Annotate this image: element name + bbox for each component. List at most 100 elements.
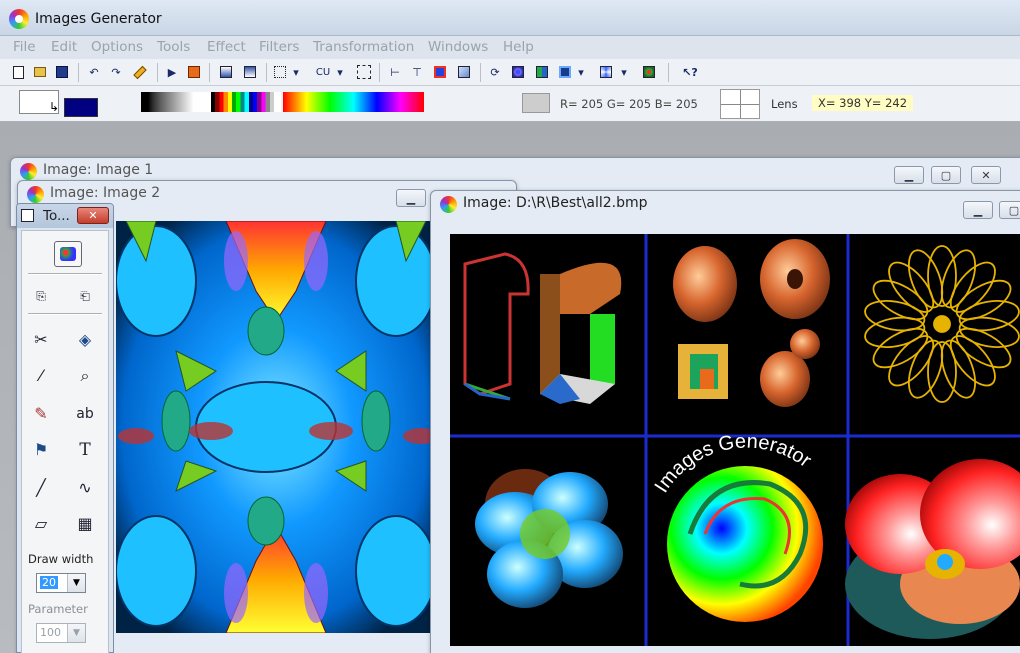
spirograph-center (933, 315, 951, 333)
window-icon (440, 196, 457, 213)
spirograph-petal (940, 339, 977, 399)
tools-titlebar[interactable]: To... ✕ (17, 204, 113, 228)
pattern-icon[interactable] (509, 63, 527, 81)
main-toolbar: ↶ ↷ ▶ ▾ CU ▾ ⊢ ⊤ ⟳ ▾ ▾ ↖? (0, 59, 1020, 86)
image1-minimize-button[interactable]: ▁ (894, 166, 924, 184)
secondary-color-swatch[interactable] (64, 98, 98, 117)
menu-file[interactable]: File (13, 39, 36, 55)
zoom-tool-icon[interactable]: ⌕ (74, 365, 96, 387)
paste-tool-icon[interactable]: ⎗ (74, 285, 96, 307)
gradient-icon[interactable] (217, 63, 235, 81)
eyedropper-tool-icon[interactable]: ⁄ (30, 365, 52, 387)
image2-canvas[interactable] (116, 221, 436, 633)
menu-filters[interactable]: Filters (259, 39, 299, 55)
image1-close-button[interactable]: ✕ (971, 166, 1001, 184)
text-tool-icon[interactable]: T (74, 439, 96, 461)
image2-minimize-button[interactable]: ▁ (396, 189, 426, 207)
menu-effect[interactable]: Effect (207, 39, 246, 55)
flag-tool-icon[interactable]: ⚑ (30, 439, 52, 461)
image2-title: Image: Image 2 (50, 185, 161, 201)
crop-icon[interactable] (355, 63, 373, 81)
image-icon[interactable] (455, 63, 473, 81)
image1-maximize-button[interactable]: ▢ (931, 166, 961, 184)
menu-windows[interactable]: Windows (428, 39, 488, 55)
lens-preview (720, 89, 760, 119)
scissors-tool-icon[interactable]: ✂ (30, 329, 52, 351)
eraser-tool-icon[interactable]: ▱ (30, 513, 52, 535)
app-logo-icon (9, 9, 29, 29)
kaleidoscope-dropdown-icon[interactable]: ▾ (618, 63, 630, 81)
stamp-tool-icon[interactable]: ab (74, 403, 96, 425)
filter-icon[interactable] (640, 63, 658, 81)
paint-icon[interactable] (185, 63, 203, 81)
menu-bar: File Edit Options Tools Effect Filters T… (0, 36, 1020, 59)
chevron-down-icon[interactable]: ▼ (67, 624, 85, 642)
text-icon[interactable] (241, 63, 259, 81)
app-window: Images Generator File Edit Options Tools… (0, 0, 1020, 653)
kaleidoscope-icon[interactable] (597, 63, 615, 81)
palette-tool-icon[interactable] (54, 241, 82, 267)
image3-minimize-button[interactable]: ▁ (963, 201, 993, 219)
cu-dropdown-icon[interactable]: ▾ (334, 63, 346, 81)
resize-width-icon[interactable]: ⊢ (386, 63, 404, 81)
draw-width-label: Draw width (28, 552, 94, 566)
spirograph-art (864, 245, 1020, 403)
chevron-down-icon[interactable]: ▼ (67, 574, 85, 592)
picked-color-swatch (522, 93, 550, 113)
spectrum-palette[interactable] (283, 92, 424, 112)
select-dropdown-icon[interactable]: ▾ (290, 63, 302, 81)
frame-icon[interactable] (556, 63, 574, 81)
undo-icon[interactable]: ↶ (85, 63, 103, 81)
tools-panel-icon (21, 209, 34, 222)
swap-arrow-icon[interactable]: ↳ (49, 100, 59, 114)
fill-bucket-tool-icon[interactable]: ◈ (74, 329, 96, 351)
run-icon[interactable]: ▶ (163, 63, 181, 81)
draw-width-select[interactable]: 20 ▼ (36, 573, 86, 593)
copper-shapes-art (673, 239, 830, 407)
menu-edit[interactable]: Edit (51, 39, 77, 55)
open-folder-icon[interactable] (31, 63, 49, 81)
image1-title: Image: Image 1 (43, 162, 154, 178)
basic-color-palette[interactable] (211, 92, 281, 112)
select-icon[interactable] (271, 63, 289, 81)
parameter-label: Parameter (28, 602, 88, 616)
cu-button[interactable]: CU (312, 63, 334, 81)
rgb-readout: R= 205 G= 205 B= 205 (560, 97, 698, 111)
refresh-icon[interactable]: ⟳ (486, 63, 504, 81)
tools-panel[interactable]: To... ✕ ⎘ ⎗ ✂ ◈ ⁄ ⌕ ✎ ab ⚑ T ╱ ∿ ▱ ▦ Dra… (16, 203, 114, 653)
color-fill-icon[interactable] (431, 63, 449, 81)
image3-window[interactable]: Image: D:\R\Best\all2.bmp ▁ ▢ Images Gen… (430, 190, 1020, 653)
curve-tool-icon[interactable]: ∿ (74, 477, 96, 499)
copy-tool-icon[interactable]: ⎘ (30, 285, 52, 307)
grid-tool-icon[interactable]: ▦ (74, 513, 96, 535)
spirograph-petal (907, 339, 944, 399)
frame-dropdown-icon[interactable]: ▾ (575, 63, 587, 81)
image3-canvas[interactable]: Images Generator (450, 234, 1020, 646)
save-icon[interactable] (53, 63, 71, 81)
tools-close-button[interactable]: ✕ (77, 207, 109, 224)
menu-tools[interactable]: Tools (157, 39, 190, 55)
color-selector[interactable]: ↳ (19, 90, 99, 117)
kaleidoscope-image (116, 221, 436, 633)
window-icon (27, 186, 44, 203)
grayscale-palette[interactable] (141, 92, 211, 112)
pencil-tool-icon[interactable]: ✎ (30, 403, 52, 425)
new-file-icon[interactable] (9, 63, 27, 81)
resize-height-icon[interactable]: ⊤ (408, 63, 426, 81)
brush-icon[interactable] (131, 63, 149, 81)
parameter-select[interactable]: 100 ▼ (36, 623, 86, 643)
line-tool-icon[interactable]: ╱ (30, 477, 52, 499)
menu-transformation[interactable]: Transformation (313, 39, 414, 55)
mirror-icon[interactable] (533, 63, 551, 81)
image3-maximize-button[interactable]: ▢ (999, 201, 1020, 219)
app-title: Images Generator (35, 11, 162, 27)
gallery-image: Images Generator (450, 234, 1020, 646)
parameter-value: 100 (40, 626, 61, 639)
app-titlebar: Images Generator (0, 0, 1020, 36)
menu-options[interactable]: Options (91, 39, 143, 55)
letters-3d-art (463, 252, 622, 404)
redo-icon[interactable]: ↷ (107, 63, 125, 81)
coords-readout: X= 398 Y= 242 (812, 95, 914, 111)
help-pointer-icon[interactable]: ↖? (679, 63, 701, 81)
menu-help[interactable]: Help (503, 39, 534, 55)
